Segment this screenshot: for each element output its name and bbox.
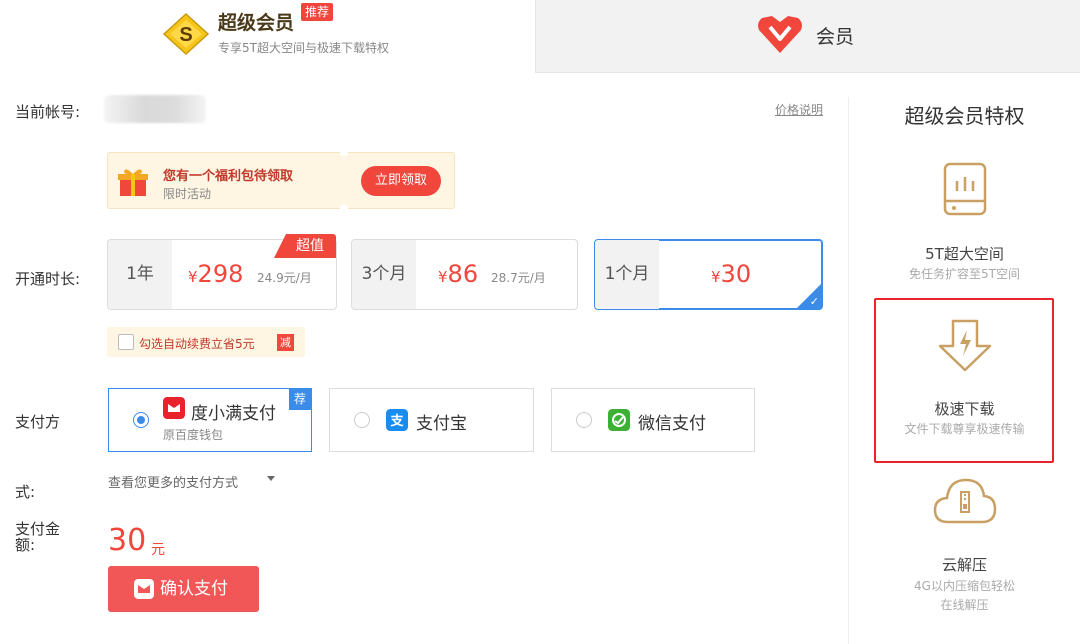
vip-title: 会员 xyxy=(816,26,855,48)
pay-subtitle: 原百度钱包 xyxy=(163,428,224,442)
svip-title: 超级会员 xyxy=(218,12,295,34)
duxiaoman-logo-icon xyxy=(163,397,185,419)
side-title: 超级会员特权 xyxy=(904,104,1025,128)
coupon-divider xyxy=(340,152,348,209)
value-tag: 超值 xyxy=(274,234,336,258)
feature-desc: 免任务扩容至5T空间 xyxy=(909,267,1020,281)
svip-diamond-icon: S xyxy=(162,12,210,56)
pay-alipay[interactable]: 支 支付宝 xyxy=(329,388,534,452)
recommend-tag: 荐 xyxy=(289,388,311,410)
auto-renew-text[interactable]: 勾选自动续费立省5元 xyxy=(139,335,255,352)
gift-icon xyxy=(118,169,148,196)
coupon-subtitle: 限时活动 xyxy=(163,187,212,201)
feature-name: 云解压 xyxy=(941,556,987,574)
plan-price: ¥30 xyxy=(711,260,752,288)
duxiaoman-logo-icon xyxy=(134,579,154,599)
radio-alipay[interactable] xyxy=(354,412,370,428)
claim-now-button[interactable]: 立即领取 xyxy=(361,166,441,196)
radio-duxiaoman[interactable] xyxy=(133,412,149,428)
download-arrow-icon xyxy=(938,319,992,372)
tab-vip[interactable] xyxy=(535,0,1080,73)
payment-label: 支付方 xyxy=(15,413,61,431)
confirm-payment-button[interactable]: 确认支付 xyxy=(108,566,259,612)
discount-badge: 减 xyxy=(277,334,294,351)
pay-wechat[interactable]: 微信支付 xyxy=(551,388,755,452)
plan-term: 1年 xyxy=(108,240,172,309)
wechat-pay-logo-icon xyxy=(608,409,630,431)
amount-label: 支付金额: xyxy=(15,520,61,554)
plan-price: ¥86 xyxy=(438,260,479,288)
caret-down-icon[interactable] xyxy=(267,476,275,481)
duration-label: 开通时长: xyxy=(15,270,81,288)
auto-renew-checkbox[interactable] xyxy=(118,334,134,350)
feature-desc: 文件下载尊享极速传输 xyxy=(904,422,1025,436)
svip-subtitle: 专享5T超大空间与极速下载特权 xyxy=(218,41,389,55)
plan-1-month[interactable]: 1个月 ¥30 ✓ xyxy=(594,239,823,310)
membership-purchase-panel: S 超级会员 推荐 专享5T超大空间与极速下载特权 会员 当前帐号: 价格说明 … xyxy=(0,0,1080,644)
pay-duxiaoman[interactable]: 度小满支付 原百度钱包 xyxy=(108,388,312,452)
feature-desc-cont: 在线解压 xyxy=(940,598,989,612)
price-note-link[interactable]: 价格说明 xyxy=(775,101,823,118)
alipay-logo-icon: 支 xyxy=(386,409,408,431)
coupon-title: 您有一个福利包待领取 xyxy=(163,169,294,184)
more-payment-link[interactable]: 查看您更多的支付方式 xyxy=(108,472,238,491)
pay-name: 微信支付 xyxy=(638,414,706,434)
check-icon: ✓ xyxy=(809,295,819,308)
vip-heart-icon xyxy=(758,16,802,53)
plan-monthly: 24.9元/月 xyxy=(257,271,312,285)
payment-label-cont: 式: xyxy=(15,483,36,501)
plan-term: 1个月 xyxy=(595,240,659,309)
plan-3-months[interactable]: 3个月 ¥86 28.7元/月 xyxy=(351,239,578,310)
plan-price: ¥298 xyxy=(188,260,244,288)
feature-name: 5T超大空间 xyxy=(925,245,1004,263)
account-name-blurred xyxy=(104,95,206,123)
amount-unit: 元 xyxy=(151,542,165,558)
radio-wechat[interactable] xyxy=(576,412,592,428)
recommend-badge: 推荐 xyxy=(301,3,334,21)
amount-value: 30 xyxy=(108,523,147,558)
cloud-unzip-icon xyxy=(933,478,997,524)
plan-monthly: 28.7元/月 xyxy=(491,271,546,285)
feature-name: 极速下载 xyxy=(934,400,995,418)
storage-disk-icon xyxy=(943,162,987,216)
pay-name: 支付宝 xyxy=(416,414,467,434)
feature-desc: 4G以内压缩包轻松 xyxy=(914,579,1015,593)
pay-name: 度小满支付 xyxy=(191,404,276,424)
svg-text:S: S xyxy=(179,24,192,46)
account-label: 当前帐号: xyxy=(15,103,81,121)
plan-term: 3个月 xyxy=(352,240,416,309)
svg-text:支: 支 xyxy=(389,413,404,429)
